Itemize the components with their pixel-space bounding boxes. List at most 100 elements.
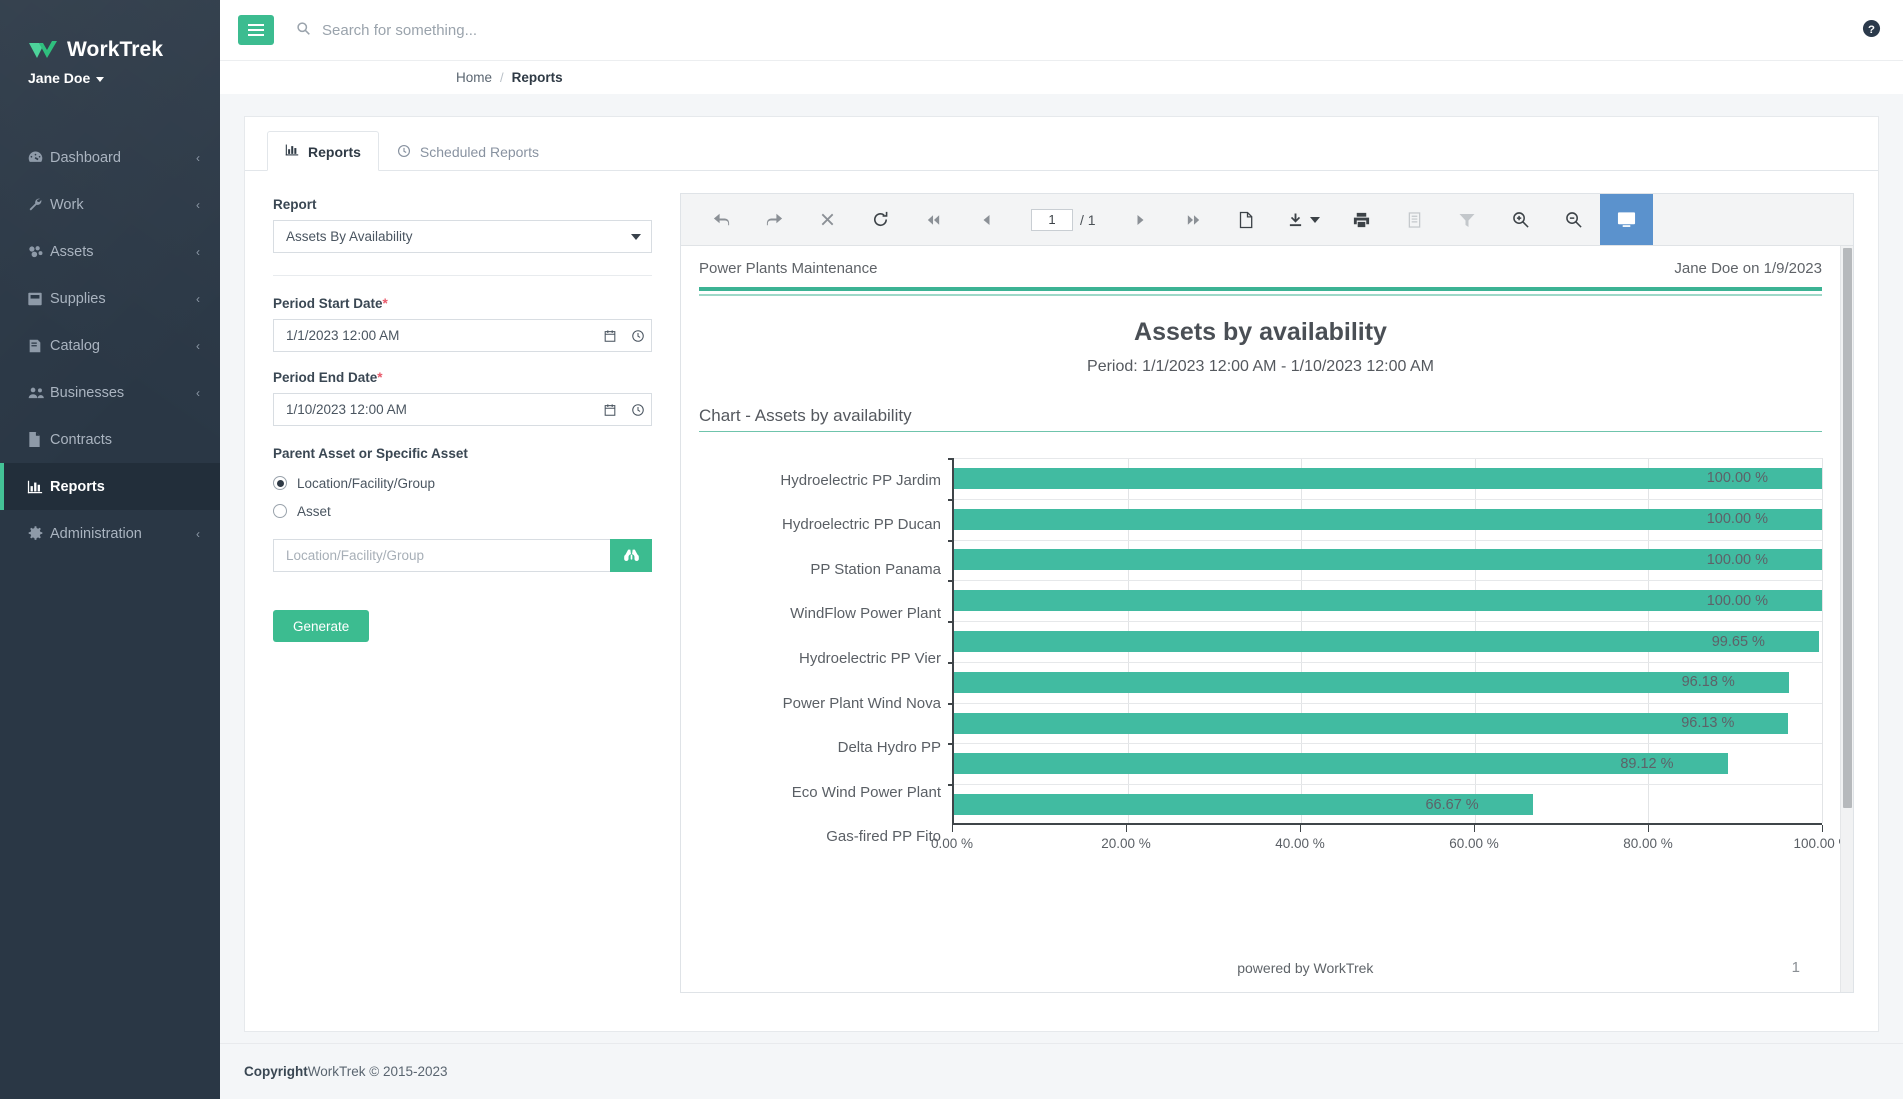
- sidebar-item-label: Dashboard: [50, 149, 121, 166]
- clock-icon: [397, 144, 411, 161]
- chart-y-tick: [948, 458, 954, 460]
- export-icon[interactable]: [1273, 194, 1335, 245]
- brand-name: WorkTrek: [67, 38, 164, 61]
- chevron-down-icon: [1309, 216, 1320, 223]
- breadcrumb-home[interactable]: Home: [456, 70, 492, 85]
- report-rule-secondary: [699, 294, 1822, 296]
- dashboard-icon: [27, 149, 50, 166]
- fit-screen-icon[interactable]: [1599, 194, 1653, 245]
- filter-icon: [1441, 194, 1494, 245]
- chevron-left-icon: ‹: [196, 526, 200, 541]
- radio-asset[interactable]: Asset: [273, 497, 652, 525]
- calendar-icon[interactable]: [596, 393, 624, 426]
- chart-plot-area: 100.00 % 100.00 % 100.00 % 100.00 % 99.65 % 9…: [948, 458, 1823, 825]
- page-footer: Copyright WorkTrek © 2015-2023: [220, 1043, 1903, 1099]
- assets-icon: [27, 243, 50, 260]
- chart-bar: 100.00 %: [954, 590, 1822, 612]
- sidebar-item-supplies[interactable]: Supplies ‹: [0, 275, 220, 322]
- chart-x-tick-label: 40.00 %: [1275, 836, 1325, 851]
- prev-page-icon[interactable]: [960, 194, 1013, 245]
- sidebar-item-catalog[interactable]: Catalog ‹: [0, 322, 220, 369]
- breadcrumb-current: Reports: [511, 70, 563, 85]
- sidebar-item-administration[interactable]: Administration ‹: [0, 510, 220, 557]
- chart-bar-value: 100.00 %: [1706, 511, 1768, 528]
- pdf-toolbar: / 1: [681, 194, 1853, 246]
- stop-icon[interactable]: [801, 194, 854, 245]
- refresh-icon[interactable]: [854, 194, 907, 245]
- help-circle-icon[interactable]: ?: [1862, 19, 1881, 41]
- sidebar-item-dashboard[interactable]: Dashboard ‹: [0, 134, 220, 181]
- sidebar-item-work[interactable]: Work ‹: [0, 181, 220, 228]
- top-bar: ?: [220, 0, 1903, 60]
- chart-bar-value: 96.18 %: [1681, 674, 1735, 691]
- tab-reports[interactable]: Reports: [267, 131, 379, 171]
- chart-category-label: Eco Wind Power Plant: [791, 783, 941, 801]
- hamburger-icon[interactable]: [238, 15, 274, 45]
- chart-category-label: Hydroelectric PP Ducan: [782, 516, 941, 534]
- zoom-out-icon[interactable]: [1547, 194, 1600, 245]
- end-date-input[interactable]: 1/10/2023 12:00 AM: [273, 393, 596, 426]
- chart-row-separator: [954, 458, 1822, 459]
- sidebar-item-reports[interactable]: Reports: [0, 463, 220, 510]
- page-setup-icon: [1388, 194, 1441, 245]
- undo-icon[interactable]: [695, 194, 748, 245]
- sidebar-item-label: Contracts: [50, 431, 113, 448]
- sidebar-item-assets[interactable]: Assets ‹: [0, 228, 220, 275]
- clock-icon[interactable]: [624, 393, 652, 426]
- user-menu[interactable]: Jane Doe: [0, 62, 220, 86]
- calendar-icon[interactable]: [596, 319, 624, 352]
- report-page: Power Plants Maintenance Jane Doe on 1/9…: [681, 246, 1851, 992]
- zoom-in-icon[interactable]: [1494, 194, 1547, 245]
- report-form: Report Assets By Availability Period Sta…: [245, 171, 680, 1031]
- pdf-scrollbar-thumb[interactable]: [1843, 248, 1852, 808]
- last-page-icon[interactable]: [1167, 194, 1220, 245]
- start-date-group: 1/1/2023 12:00 AM: [273, 319, 652, 352]
- chart-category-labels: Hydroelectric PP Jardim Hydroelectric PP…: [699, 458, 952, 859]
- chart-category-label: Delta Hydro PP: [837, 739, 941, 757]
- sidebar: WorkTrek Jane Doe Dashboard ‹ Work ‹ Ass…: [0, 0, 220, 1099]
- chart-x-tick: [1126, 825, 1127, 832]
- sidebar-item-contracts[interactable]: Contracts: [0, 416, 220, 463]
- radio-unselected-icon: [273, 504, 287, 518]
- start-date-input[interactable]: 1/1/2023 12:00 AM: [273, 319, 596, 352]
- chart-bar: 66.67 %: [954, 794, 1533, 816]
- pdf-scroll-area: Power Plants Maintenance Jane Doe on 1/9…: [681, 246, 1853, 992]
- report-select-value: Assets By Availability: [286, 229, 413, 244]
- chart-bar-value: 96.13 %: [1681, 715, 1735, 732]
- parent-asset-label: Parent Asset or Specific Asset: [273, 446, 468, 461]
- tab-scheduled-reports[interactable]: Scheduled Reports: [379, 131, 557, 171]
- chevron-down-icon: [631, 233, 641, 240]
- page-number-input[interactable]: [1031, 208, 1073, 231]
- card-body: Report Assets By Availability Period Sta…: [245, 171, 1878, 1031]
- report-org-name: Power Plants Maintenance: [699, 260, 878, 277]
- first-page-icon[interactable]: [907, 194, 960, 245]
- pdf-scrollbar[interactable]: [1840, 246, 1853, 992]
- redo-icon[interactable]: [748, 194, 801, 245]
- chart-row-separator: [954, 580, 1822, 582]
- sidebar-item-label: Catalog: [50, 337, 100, 354]
- next-page-icon[interactable]: [1114, 194, 1167, 245]
- chart-section-title: Chart - Assets by availability: [699, 406, 1822, 432]
- search-input[interactable]: [320, 20, 720, 40]
- chart-category-label: Power Plant Wind Nova: [782, 694, 941, 712]
- pdf-viewer: / 1: [680, 193, 1854, 993]
- chart-bar-value: 66.67 %: [1425, 796, 1479, 813]
- chevron-left-icon: ‹: [196, 291, 200, 306]
- report-select[interactable]: Assets By Availability: [273, 220, 652, 253]
- chevron-left-icon: ‹: [196, 197, 200, 212]
- sidebar-item-businesses[interactable]: Businesses ‹: [0, 369, 220, 416]
- chevron-down-icon: [96, 76, 105, 82]
- report-author-line: Jane Doe on 1/9/2023: [1674, 260, 1822, 277]
- print-icon[interactable]: [1335, 194, 1388, 245]
- chart-row-separator: [954, 539, 1822, 541]
- radio-label: Asset: [297, 503, 331, 519]
- chart-row-separator: [954, 621, 1822, 623]
- chart-row-separator: [954, 661, 1822, 663]
- generate-button[interactable]: Generate: [273, 610, 370, 642]
- document-icon[interactable]: [1220, 194, 1273, 245]
- clock-icon[interactable]: [624, 319, 652, 352]
- location-lookup-input[interactable]: Location/Facility/Group: [273, 539, 610, 572]
- radio-location-facility-group[interactable]: Location/Facility/Group: [273, 469, 652, 497]
- catalog-icon: [27, 338, 50, 354]
- binoculars-icon[interactable]: [610, 539, 652, 572]
